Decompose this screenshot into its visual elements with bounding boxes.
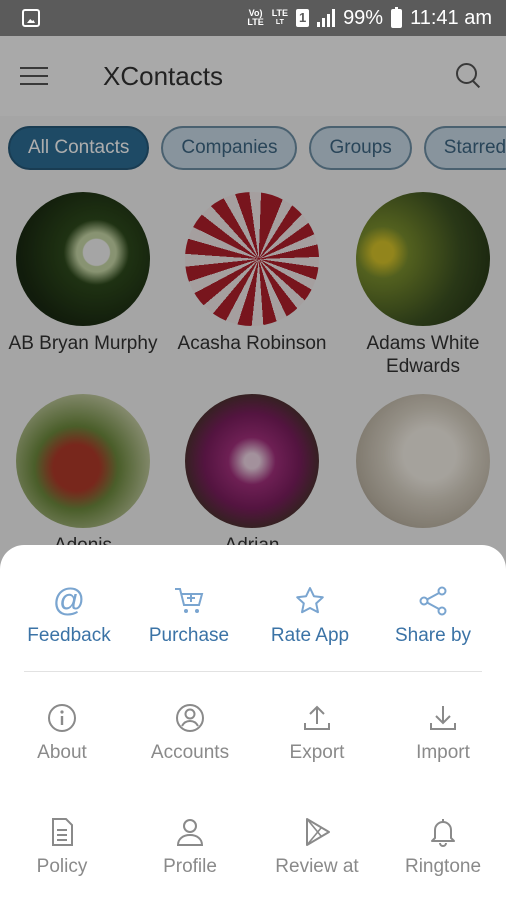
- lte-top-text: LTE: [271, 8, 289, 18]
- document-icon: [0, 814, 125, 848]
- at-icon: @: [52, 582, 86, 618]
- volte-indicator: Vo) LTE: [247, 9, 263, 27]
- info-icon: [0, 700, 125, 734]
- share-icon: [370, 583, 496, 617]
- review-button[interactable]: Review at: [254, 814, 380, 878]
- profile-button[interactable]: Profile: [127, 814, 253, 878]
- accounts-button[interactable]: Accounts: [127, 700, 253, 764]
- about-button[interactable]: About: [0, 700, 125, 764]
- about-label: About: [37, 742, 87, 763]
- battery-percent: 99%: [343, 6, 384, 29]
- lte-bottom-text: LT: [275, 19, 284, 26]
- menu-bottom-sheet: @ Feedback Purchase Rate App Share by Ab…: [0, 545, 506, 900]
- star-icon: [247, 583, 373, 617]
- feedback-button[interactable]: @ Feedback: [6, 583, 132, 647]
- upload-icon: [254, 700, 380, 734]
- volte-bottom-text: LTE: [247, 17, 264, 27]
- divider: [24, 671, 482, 672]
- import-button[interactable]: Import: [380, 700, 506, 764]
- feedback-label: Feedback: [27, 625, 111, 646]
- signal-icon: [317, 9, 336, 27]
- person-icon: [127, 814, 253, 848]
- policy-label: Policy: [36, 856, 88, 877]
- clock: 11:41 am: [410, 6, 492, 29]
- download-icon: [380, 700, 506, 734]
- ringtone-button[interactable]: Ringtone: [380, 814, 506, 878]
- play-store-icon: [254, 814, 380, 848]
- status-bar: Vo) LTE LTE LT 1 99% 11:41 am: [0, 0, 506, 36]
- import-label: Import: [416, 742, 470, 763]
- profile-label: Profile: [163, 856, 217, 877]
- review-label: Review at: [275, 856, 359, 877]
- battery-icon: [391, 6, 403, 28]
- ringtone-label: Ringtone: [404, 856, 482, 877]
- accounts-label: Accounts: [150, 742, 230, 763]
- purchase-button[interactable]: Purchase: [126, 583, 252, 647]
- purchase-label: Purchase: [148, 625, 230, 646]
- sim-icon: 1: [296, 9, 310, 27]
- cart-icon: [126, 583, 252, 617]
- rate-app-label: Rate App: [270, 625, 350, 646]
- lte-indicator: LTE LT: [272, 9, 288, 27]
- gallery-notification-icon: [22, 9, 40, 27]
- export-button[interactable]: Export: [254, 700, 380, 764]
- share-button[interactable]: Share by: [370, 583, 496, 647]
- bell-icon: [380, 814, 506, 848]
- share-label: Share by: [394, 625, 472, 646]
- rate-app-button[interactable]: Rate App: [247, 583, 373, 647]
- account-circle-icon: [127, 700, 253, 734]
- policy-button[interactable]: Policy: [0, 814, 125, 878]
- export-label: Export: [289, 742, 345, 763]
